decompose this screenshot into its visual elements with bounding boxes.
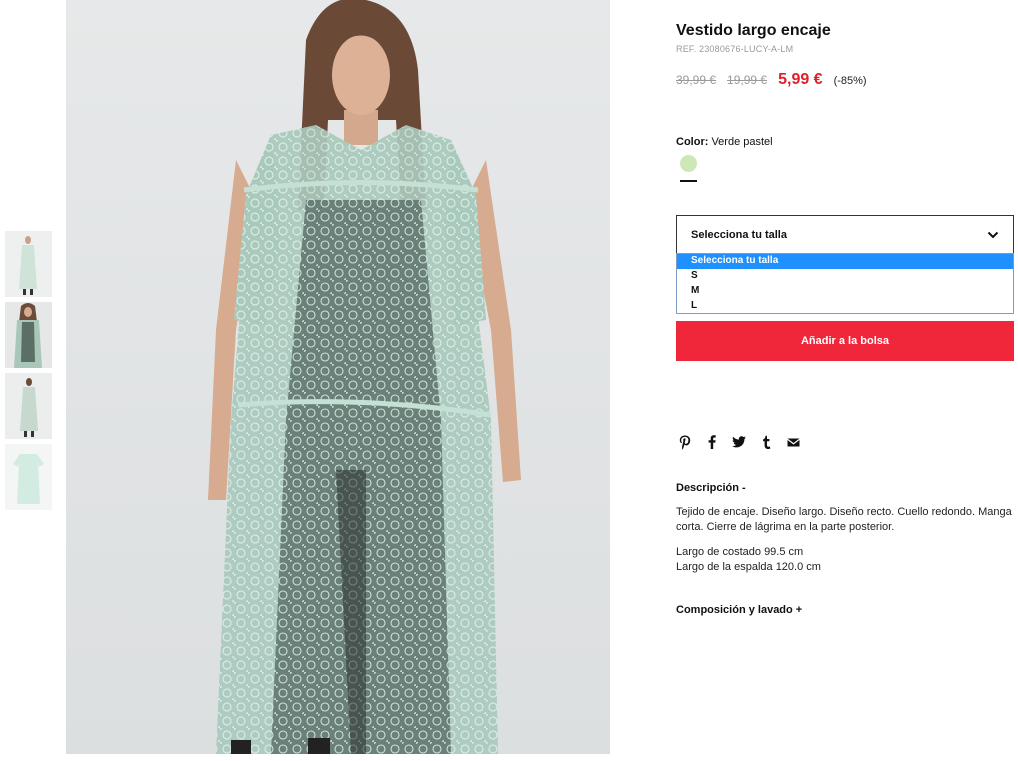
size-select[interactable]: Selecciona tu talla (676, 215, 1014, 254)
chevron-down-icon (987, 231, 999, 239)
price-row: 39,99 € 19,99 € 5,99 € (-85%) (676, 71, 867, 89)
composition-toggle[interactable]: Composición y lavado + (676, 604, 802, 616)
color-swatch-verde-pastel[interactable] (680, 155, 697, 172)
thumbnail-3[interactable] (5, 373, 52, 439)
description-text: Tejido de encaje. Diseño largo. Diseño r… (676, 506, 1012, 533)
size-option-m[interactable]: M (677, 284, 1013, 299)
measurements: Largo de costado 99.5 cm Largo de la esp… (676, 545, 1014, 575)
color-label: Color: (676, 136, 709, 148)
tumblr-icon[interactable] (759, 434, 773, 450)
facebook-icon[interactable] (705, 434, 719, 450)
product-title: Vestido largo encaje (676, 22, 831, 39)
size-option-placeholder[interactable]: Selecciona tu talla (677, 254, 1013, 269)
size-option-s[interactable]: S (677, 269, 1013, 284)
thumbnail-image (5, 302, 52, 368)
size-dropdown-list: Selecciona tu talla S M L (676, 253, 1014, 314)
selected-swatch-indicator (680, 180, 697, 182)
add-to-bag-button[interactable]: Añadir a la bolsa (676, 321, 1014, 361)
thumbnail-list (5, 231, 52, 515)
color-row: Color: Verde pastel (676, 136, 773, 148)
thumbnail-2[interactable] (5, 302, 52, 368)
price-original: 39,99 € (676, 73, 717, 87)
thumbnail-image (5, 373, 52, 439)
thumbnail-4[interactable] (5, 444, 52, 510)
model-photo (66, 0, 610, 754)
size-select-label: Selecciona tu talla (691, 229, 787, 241)
price-previous: 19,99 € (727, 73, 768, 87)
measure-back-length: Largo de la espalda 120.0 cm (676, 561, 821, 573)
thumbnail-image (5, 444, 52, 510)
pinterest-icon[interactable] (678, 434, 692, 450)
thumbnail-1[interactable] (5, 231, 52, 297)
twitter-icon[interactable] (732, 434, 746, 450)
size-option-l[interactable]: L (677, 299, 1013, 314)
price-current: 5,99 € (778, 71, 823, 88)
measure-side-length: Largo de costado 99.5 cm (676, 546, 804, 558)
product-reference: REF. 23080676-LUCY-A-LM (676, 44, 794, 54)
thumbnail-image (5, 231, 52, 297)
email-icon[interactable] (786, 434, 800, 450)
main-product-image[interactable] (66, 0, 610, 754)
share-icons (678, 434, 813, 450)
description-toggle[interactable]: Descripción - (676, 482, 746, 494)
color-value: Verde pastel (711, 136, 773, 148)
discount-badge: (-85%) (833, 75, 867, 87)
